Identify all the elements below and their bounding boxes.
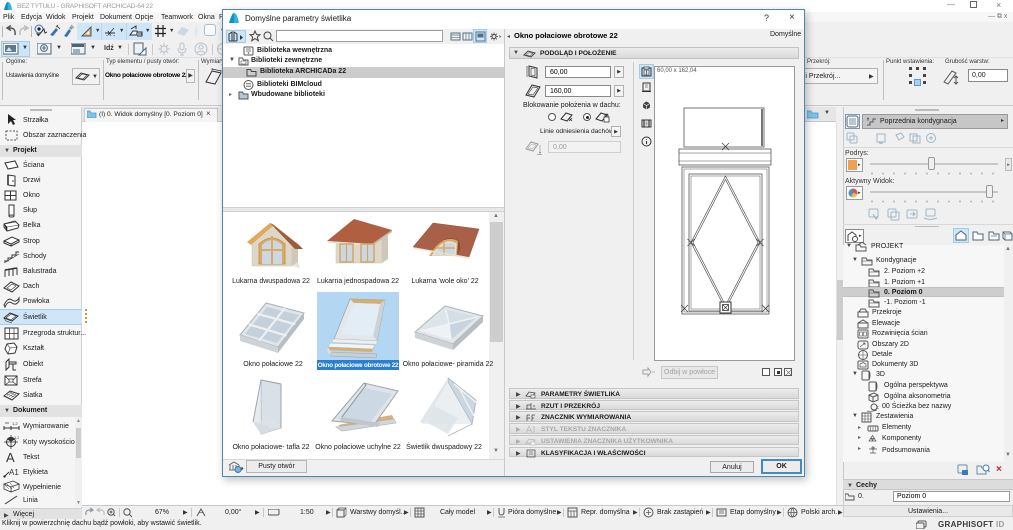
svg-text:1,2: 1,2	[12, 421, 18, 426]
svg-text:1,2: 1,2	[14, 435, 19, 440]
svg-text:A1: A1	[9, 468, 19, 477]
svg-text:A: A	[6, 450, 15, 463]
